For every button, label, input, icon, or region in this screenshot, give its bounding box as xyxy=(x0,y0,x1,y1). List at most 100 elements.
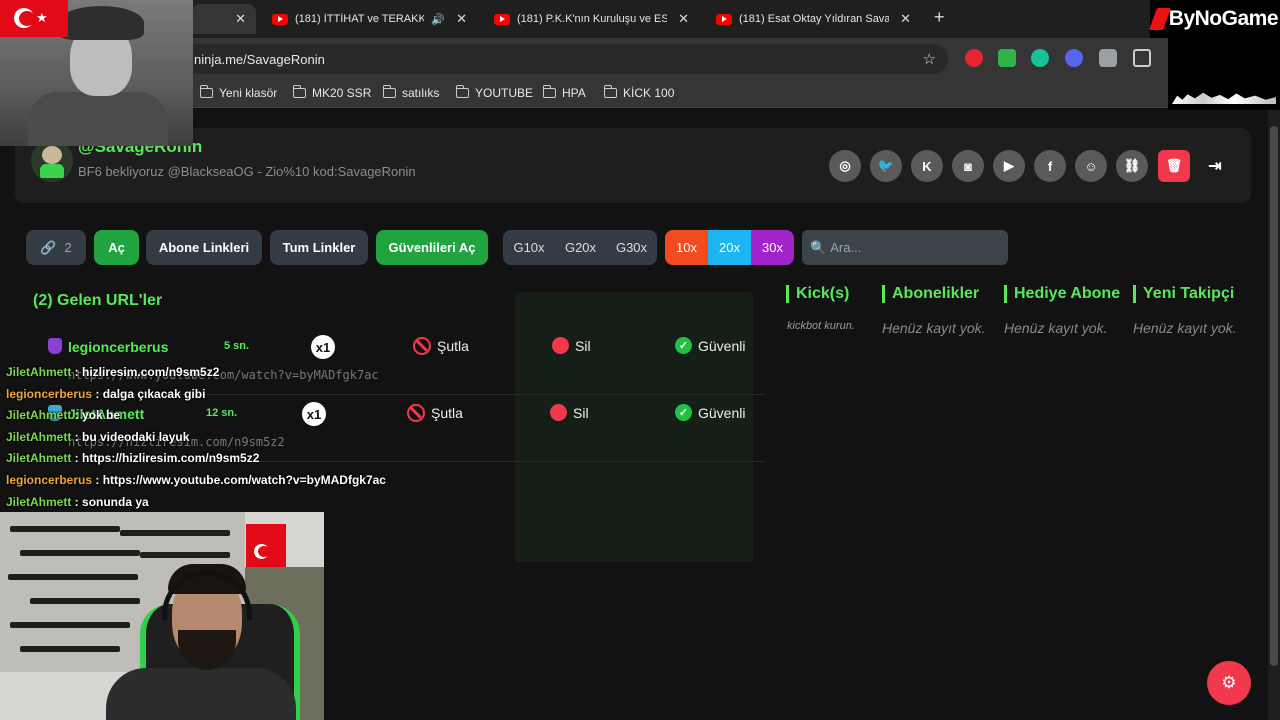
ban-icon xyxy=(413,337,431,355)
g-multiplier-group: G10x G20x G30x xyxy=(503,230,657,265)
user-settings-icon: ⚙ xyxy=(1221,673,1237,692)
close-tab-icon[interactable]: ✕ xyxy=(456,11,467,27)
chat-line: JiletAhmett : hizliresim.com/n9sm5z2 xyxy=(6,365,220,379)
audio-wave xyxy=(1172,92,1276,104)
chat-line: JiletAhmett : https://hizliresim.com/n9s… xyxy=(6,451,260,466)
discord-extension-icon[interactable] xyxy=(1065,49,1083,67)
wall-rifle xyxy=(20,646,120,652)
row-time: 5 sn. xyxy=(224,340,250,352)
new-tab-icon[interactable]: + xyxy=(934,7,945,28)
logo-text: ByNoGame xyxy=(1168,7,1279,30)
trash-icon xyxy=(552,337,569,354)
row-count-badge: x1 xyxy=(311,335,335,359)
chat-line: JiletAhmett : bu videodaki layuk xyxy=(6,429,190,444)
subscriptions-column-title: Abonelikler xyxy=(882,285,979,303)
portrait-overlay-image: ★ xyxy=(0,0,193,146)
streamer-webcam xyxy=(0,512,324,720)
chat-line: legioncerberus : dalga çıkacak gibi xyxy=(6,386,206,401)
close-tab-icon[interactable]: ✕ xyxy=(900,11,911,27)
link-off-icon[interactable]: ⛓ xyxy=(1116,150,1148,182)
profile-card: @SavageRonin BF6 bekliyoruz @BlackseaOG … xyxy=(15,128,1251,203)
close-tab-icon[interactable]: ✕ xyxy=(235,11,246,27)
tab-title: (181) Esat Oktay Yıldıran Savaşı xyxy=(739,13,890,25)
youtube-icon xyxy=(716,13,732,25)
bookmark-folder[interactable]: YOUTUBE xyxy=(455,85,533,100)
chat-line: legioncerberus : https://www.youtube.com… xyxy=(6,472,386,487)
address-bar[interactable]: ninja.me/SavageRonin ☆ xyxy=(180,44,948,74)
bookmark-folder[interactable]: HPA xyxy=(542,85,586,100)
check-icon: ✓ xyxy=(675,337,692,354)
kick-button[interactable]: Şutla xyxy=(413,337,469,355)
link-count-badge: 🔗 2 xyxy=(26,230,86,265)
subscriber-links-button[interactable]: Abone Linkleri xyxy=(146,230,262,265)
bookmark-star-icon[interactable]: ☆ xyxy=(923,50,936,68)
10x-button[interactable]: 10x xyxy=(665,230,708,265)
wall-rifle xyxy=(30,598,140,604)
wall-rifle xyxy=(20,550,140,556)
row-username[interactable]: legioncerberus xyxy=(68,339,168,355)
chat-line: JiletAhmett : yok be xyxy=(6,408,121,423)
g30x-button[interactable]: G30x xyxy=(606,230,657,265)
g20x-button[interactable]: G20x xyxy=(555,230,606,265)
folder-icon xyxy=(382,85,396,98)
sponsor-logo: ByNoGame xyxy=(1148,0,1280,38)
screen: ✕ (181) İTTİHAT ve TERAKKİ İt 🔊 ✕ (181) … xyxy=(0,0,1280,720)
privacy-extension-icon[interactable] xyxy=(1099,49,1117,67)
bookmark-folder[interactable]: KİCK 100 xyxy=(603,85,674,100)
new-follower-column-empty: Henüz kayıt yok. xyxy=(1133,320,1237,336)
kicks-column-title: Kick(s) xyxy=(786,285,849,303)
chat-line: JiletAhmett : sonunda ya xyxy=(6,494,149,509)
tab-active[interactable]: ✕ xyxy=(192,4,256,34)
wall-rifle xyxy=(8,574,138,580)
scroll-thumb[interactable] xyxy=(1270,126,1278,666)
logout-icon[interactable]: ⇥ xyxy=(1199,150,1231,182)
tab-ittihat[interactable]: (181) İTTİHAT ve TERAKKİ İt 🔊 ✕ xyxy=(262,4,477,34)
close-tab-icon[interactable]: ✕ xyxy=(678,11,689,27)
20x-button[interactable]: 20x xyxy=(708,230,751,265)
profile-bio: BF6 bekliyoruz @BlackseaOG - Zio%10 kod:… xyxy=(78,164,416,179)
30x-button[interactable]: 30x xyxy=(751,230,794,265)
all-links-button[interactable]: Tum Linkler xyxy=(270,230,368,265)
trust-button[interactable]: ✓ Güvenli xyxy=(675,337,745,354)
audio-icon[interactable]: 🔊 xyxy=(431,13,445,26)
trust-button[interactable]: ✓ Güvenli xyxy=(675,404,745,421)
check-icon: ✓ xyxy=(675,404,692,421)
facebook-icon[interactable]: f xyxy=(1034,150,1066,182)
g10x-button[interactable]: G10x xyxy=(503,230,555,265)
trash-icon[interactable]: 🗑 xyxy=(1158,150,1190,182)
bookmark-folder[interactable]: MK20 SSR xyxy=(292,85,371,100)
tab-pkk[interactable]: (181) P.K.K'nın Kuruluşu ve ESA ✕ xyxy=(484,4,699,34)
open-trusted-button[interactable]: Güvenlileri Aç xyxy=(376,230,488,265)
grammarly-icon[interactable] xyxy=(1031,49,1049,67)
user-badge-icon xyxy=(48,338,62,354)
kick-icon[interactable]: K xyxy=(911,150,943,182)
open-button[interactable]: Aç xyxy=(94,230,139,265)
page-scrollbar[interactable] xyxy=(1268,110,1280,720)
twitter-icon[interactable]: 🐦 xyxy=(870,150,902,182)
extensions-puzzle-icon[interactable] xyxy=(1133,49,1151,67)
bookmark-folder[interactable]: satılıks xyxy=(382,85,439,100)
folder-icon xyxy=(455,85,469,98)
instagram-icon[interactable]: ◙ xyxy=(952,150,984,182)
search-input[interactable]: 🔍 Ara... xyxy=(802,230,1008,265)
portrait-uniform xyxy=(28,92,168,146)
delete-button[interactable]: Sil xyxy=(552,337,591,354)
folder-icon xyxy=(199,85,213,98)
tab-title: (181) P.K.K'nın Kuruluşu ve ESA xyxy=(517,13,668,25)
bookmark-folder[interactable]: Yeni klasör xyxy=(199,85,277,100)
url-text: ninja.me/SavageRonin xyxy=(194,52,325,67)
gift-sub-column-title: Hediye Abone xyxy=(1004,285,1120,303)
discord-icon[interactable]: ☺ xyxy=(1075,150,1107,182)
tab-esat-oktay[interactable]: (181) Esat Oktay Yıldıran Savaşı ✕ xyxy=(706,4,921,34)
dribbble-icon[interactable]: ◎ xyxy=(829,150,861,182)
wall-rifle xyxy=(10,622,130,628)
youtube-icon xyxy=(272,13,288,25)
logo-mark-icon xyxy=(1148,8,1171,30)
extension-icon[interactable] xyxy=(965,49,983,67)
portrait-cap xyxy=(58,6,144,40)
shield-extension-icon[interactable] xyxy=(998,49,1016,67)
youtube-icon[interactable]: ▶ xyxy=(993,150,1025,182)
x-multiplier-group: 10x 20x 30x xyxy=(665,230,794,265)
user-settings-fab[interactable]: ⚙ xyxy=(1207,661,1251,705)
delete-button[interactable]: Sil xyxy=(550,404,589,421)
